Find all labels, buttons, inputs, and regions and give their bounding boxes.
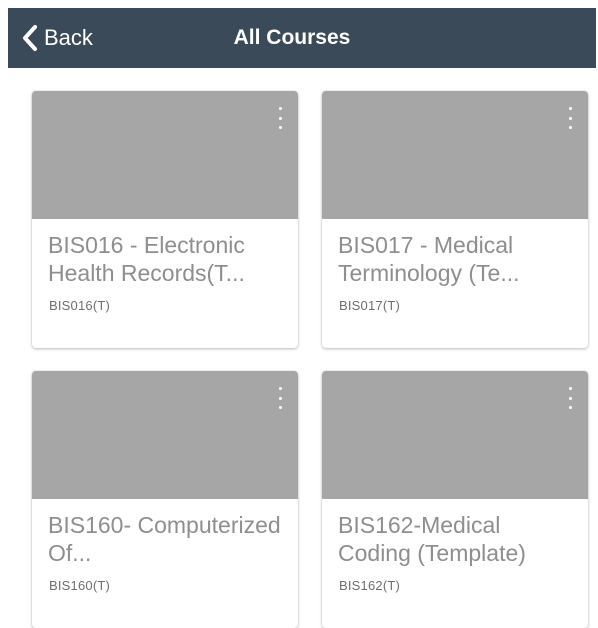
page-title: All Courses	[233, 26, 351, 49]
course-image	[322, 91, 588, 219]
course-code: BIS017(T)	[339, 298, 401, 313]
course-image	[32, 371, 298, 499]
top-bar: Back All Courses	[8, 8, 596, 68]
course-card[interactable]: BIS160- Computerized Of... BIS160(T)	[32, 371, 298, 628]
more-vertical-icon[interactable]	[566, 387, 574, 409]
course-image	[322, 371, 588, 499]
more-vertical-icon[interactable]	[566, 107, 574, 129]
course-title: BIS162-Medical Coding (Template)	[338, 512, 526, 566]
course-image	[32, 91, 298, 219]
course-code: BIS160(T)	[49, 578, 111, 593]
more-vertical-icon[interactable]	[276, 387, 284, 409]
course-card[interactable]: BIS162-Medical Coding (Template) BIS162(…	[322, 371, 588, 628]
course-title: BIS160- Computerized Of...	[48, 512, 281, 566]
more-vertical-icon[interactable]	[276, 107, 284, 129]
course-card[interactable]: BIS016 - Electronic Health Records(T... …	[32, 91, 298, 348]
course-title: BIS017 - Medical Terminology (Te...	[338, 232, 520, 286]
course-code: BIS162(T)	[339, 578, 401, 593]
course-title: BIS016 - Electronic Health Records(T...	[48, 232, 245, 286]
course-card[interactable]: BIS017 - Medical Terminology (Te... BIS0…	[322, 91, 588, 348]
course-code: BIS016(T)	[49, 298, 111, 313]
